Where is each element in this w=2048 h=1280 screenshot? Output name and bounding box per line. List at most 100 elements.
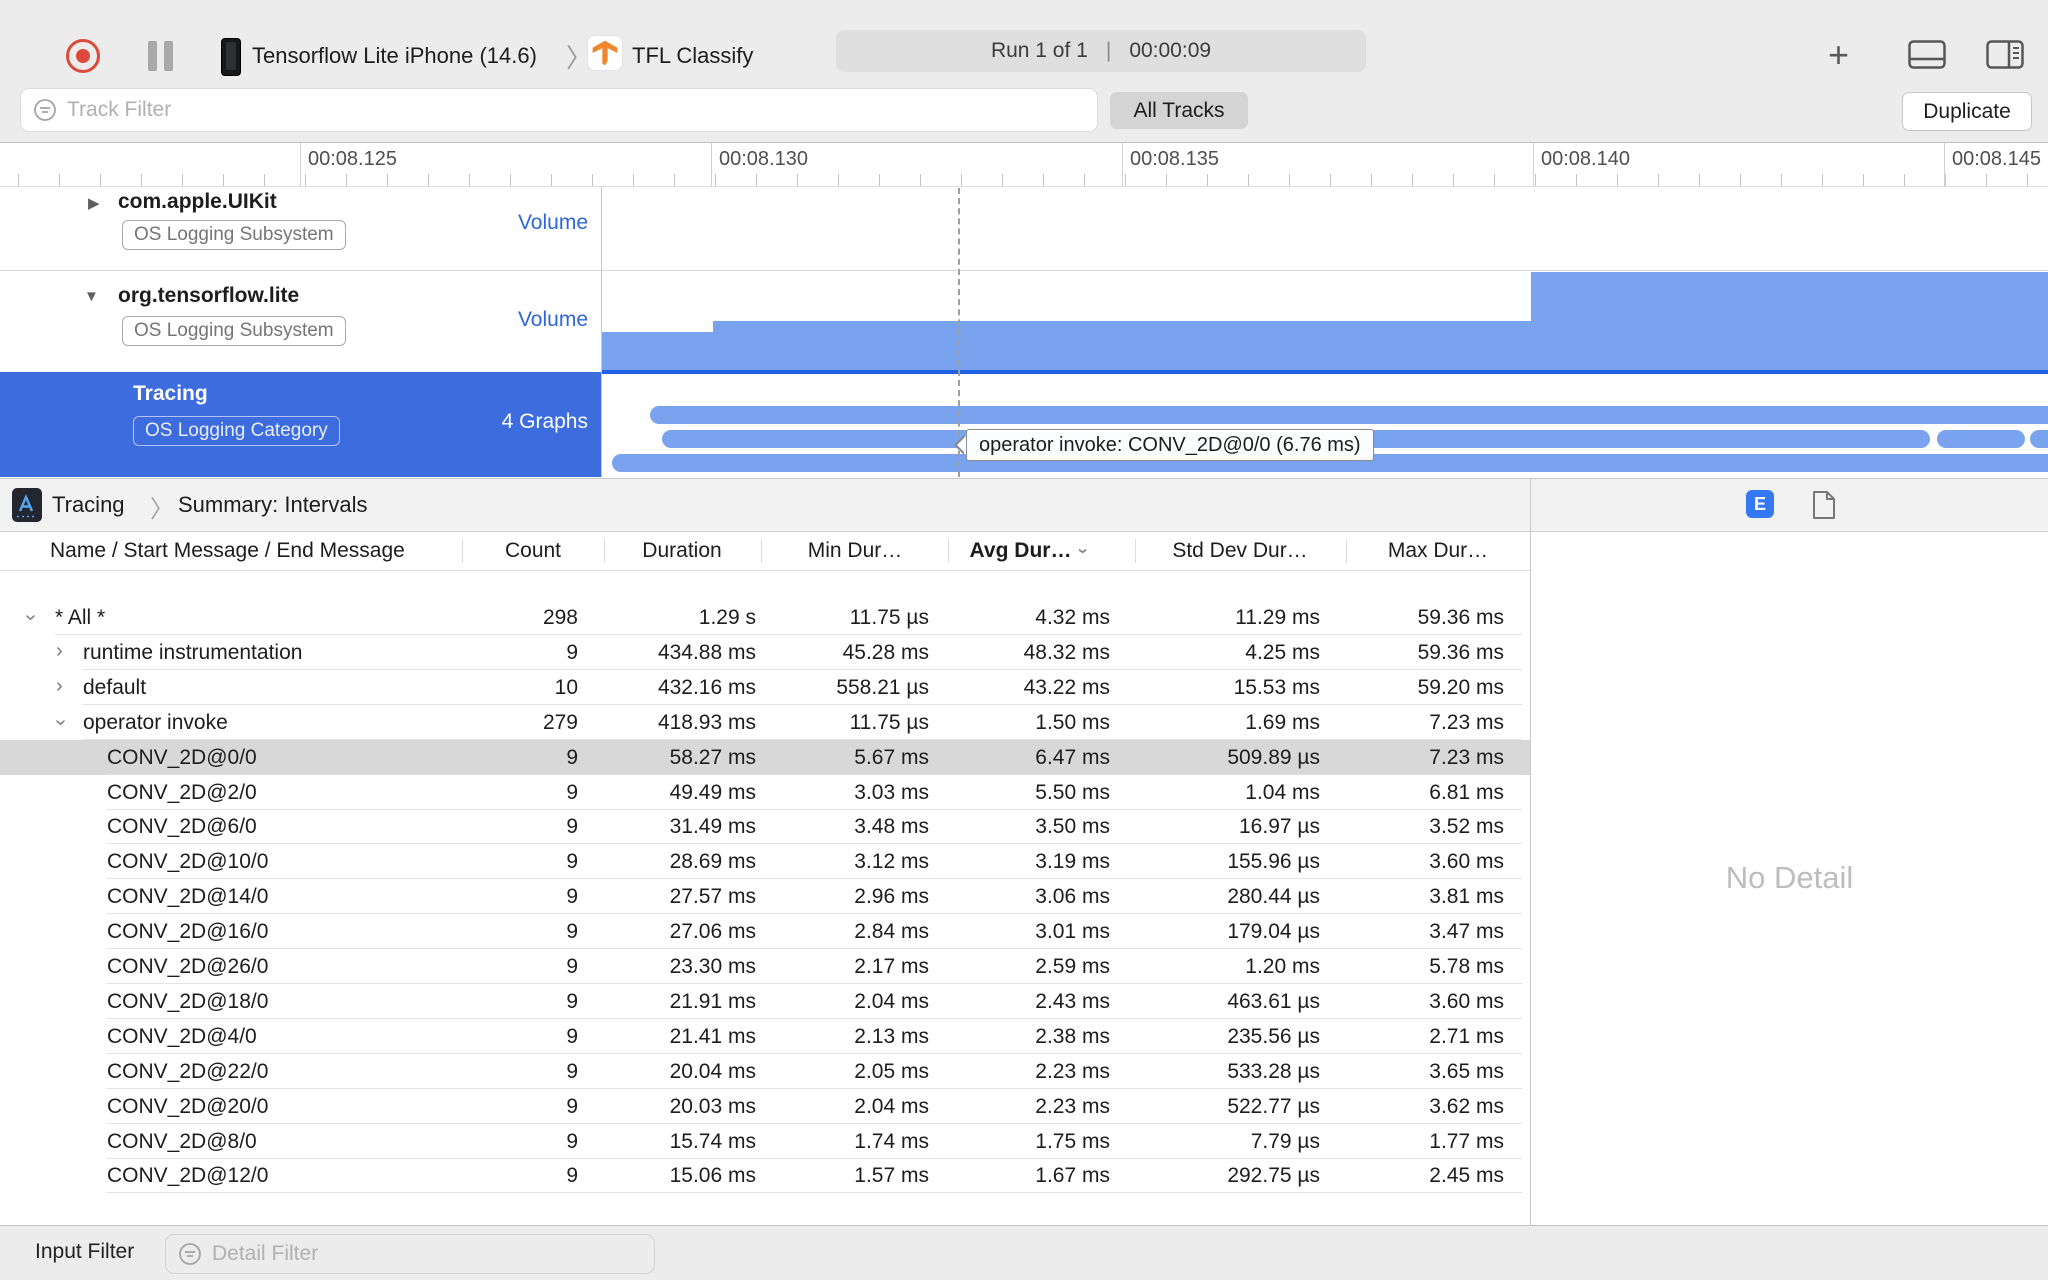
volume-area-segment [713, 321, 1531, 370]
row-cell-max: 3.60 ms [1429, 850, 1504, 874]
ruler-tick-label: 00:08.140 [1541, 148, 1630, 170]
bottom-filter-bar: Input Filter Detail Filter [0, 1225, 2048, 1280]
table-row[interactable]: › runtime instrumentation 9 434.88 ms 45.28 … [0, 635, 1530, 670]
ruler-minor-ticks [0, 174, 2048, 186]
row-cell-max: 7.23 ms [1429, 710, 1504, 734]
row-cell-max: 5.78 ms [1429, 955, 1504, 978]
col-header-duration[interactable]: Duration [642, 532, 721, 570]
table-row[interactable]: CONV_2D@14/0 9 27.57 ms 2.96 ms 3.06 ms 280.4… [0, 879, 1530, 915]
col-header-stddev[interactable]: Std Dev Dur… [1172, 532, 1307, 570]
track-filter-input[interactable]: Track Filter [20, 88, 1098, 132]
ruler-tick-label: 00:08.125 [308, 148, 397, 170]
app-selector[interactable]: TFL Classify [632, 43, 753, 69]
toggle-right-pane-button[interactable] [1986, 40, 2024, 74]
interval-bar[interactable] [2030, 430, 2048, 448]
col-header-avg-sorted[interactable]: Avg Dur… › [970, 532, 1094, 570]
device-selector[interactable]: Tensorflow Lite iPhone (14.6) [252, 43, 537, 69]
instruments-window: Tensorflow Lite iPhone (14.6) 〉 TFL Clas… [0, 0, 2048, 1280]
track-title: com.apple.UIKit [118, 190, 277, 213]
disclosure-expanded-icon[interactable]: ▼ [84, 288, 99, 305]
track-title: org.tensorflow.lite [118, 284, 300, 307]
run-label: Run 1 of 1 [990, 39, 1088, 62]
col-header-count[interactable]: Count [505, 532, 561, 570]
add-instrument-button[interactable]: + [1828, 34, 1849, 76]
instrument-icon [12, 488, 42, 527]
table-row[interactable]: CONV_2D@18/0 9 21.91 ms 2.04 ms 2.43 ms 463.6… [0, 984, 1530, 1019]
detail-filter-input[interactable]: Detail Filter [165, 1234, 655, 1274]
row-cell-max: 3.60 ms [1429, 989, 1504, 1013]
input-filter-label: Input Filter [35, 1240, 135, 1263]
toggle-bottom-pane-button[interactable] [1908, 40, 1946, 74]
table-row[interactable]: CONV_2D@22/0 9 20.04 ms 2.05 ms 2.23 ms 533.2… [0, 1054, 1530, 1089]
track-filter-placeholder: Track Filter [67, 98, 172, 121]
row-cell-max: 3.81 ms [1429, 885, 1504, 909]
row-cell-max: 3.52 ms [1429, 815, 1504, 839]
interval-bar[interactable] [1937, 430, 2025, 448]
record-button[interactable] [66, 39, 100, 73]
table-row[interactable]: CONV_2D@16/0 9 27.06 ms 2.84 ms 3.01 ms 179.0… [0, 914, 1530, 950]
table-row[interactable]: CONV_2D@2/0 9 49.49 ms 3.03 ms 5.50 ms 1.04 m… [0, 775, 1530, 810]
all-tracks-button[interactable]: All Tracks [1110, 92, 1248, 129]
table-row[interactable]: CONV_2D@12/0 9 15.06 ms 1.57 ms 1.67 ms 292.7… [0, 1158, 1530, 1194]
ruler-tick-label: 00:08.135 [1130, 148, 1219, 170]
track-badge: OS Logging Subsystem [122, 220, 346, 250]
pause-icon[interactable] [148, 41, 157, 71]
track-header-tensorflow[interactable]: ▼ org.tensorflow.lite OS Logging Subsyst… [0, 270, 601, 372]
iphone-device-icon [221, 38, 241, 76]
ruler-tick-line [1122, 143, 1123, 186]
pane-divider[interactable] [1530, 478, 1531, 1225]
timeline-ruler[interactable]: 00:08.125 00:08.130 00:08.135 00:08.140 00:0… [0, 143, 2048, 187]
table-row[interactable]: CONV_2D@20/0 9 20.03 ms 2.04 ms 2.23 ms 522.7… [0, 1089, 1530, 1124]
breadcrumb-page[interactable]: Summary: Intervals [178, 492, 368, 518]
document-icon[interactable] [1812, 490, 1836, 525]
ruler-tick-line [1944, 143, 1945, 186]
row-cell-max: 3.65 ms [1429, 1059, 1504, 1083]
row-cell-max: 6.81 ms [1429, 780, 1504, 804]
row-cell-max: 59.36 ms [1417, 606, 1504, 629]
run-time: 00:00:09 [1129, 39, 1212, 62]
table-row[interactable]: › * All * 298 1.29 s 11.75 µs 4.32 ms 11.29 ms… [0, 600, 1530, 635]
table-row[interactable]: CONV_2D@26/0 9 23.30 ms 2.17 ms 2.59 ms 1.20 … [0, 949, 1530, 984]
table-row[interactable]: CONV_2D@6/0 9 31.49 ms 3.48 ms 3.50 ms 16.97 … [0, 809, 1530, 845]
row-cell-max: 59.36 ms [1417, 640, 1504, 664]
track-header-uikit[interactable]: ▶ com.apple.UIKit OS Logging Subsystem V… [0, 186, 601, 270]
extension-detail-button[interactable]: E [1746, 490, 1774, 518]
track-meta-graphs[interactable]: 4 Graphs [502, 410, 588, 434]
ruler-tick-label: 00:08.145 [1952, 148, 2041, 170]
track-badge: OS Logging Subsystem [122, 316, 346, 346]
table-row[interactable]: › default 10 432.16 ms 558.21 µs 43.22 ms 15.5… [0, 670, 1530, 705]
track-meta-volume[interactable]: Volume [518, 211, 588, 235]
ruler-tick-line [711, 143, 712, 186]
toolbar: Tensorflow Lite iPhone (14.6) 〉 TFL Clas… [0, 0, 2048, 143]
col-header-max[interactable]: Max Dur… [1388, 532, 1488, 570]
table-row[interactable]: › operator invoke 279 418.93 ms 11.75 µs 1.50… [0, 705, 1530, 740]
no-detail-text: No Detail [1725, 860, 1854, 895]
table-row[interactable]: CONV_2D@0/0 9 58.27 ms 5.67 ms 6.47 ms 509.89… [0, 739, 1530, 775]
interval-bar[interactable] [650, 406, 2048, 424]
intervals-summary-table: Name / Start Message / End Message Count… [0, 532, 1530, 1225]
filter-icon [34, 99, 56, 121]
track-title: Tracing [133, 382, 208, 405]
pause-icon[interactable] [164, 41, 173, 71]
filter-icon [179, 1243, 201, 1265]
col-header-min[interactable]: Min Dur… [808, 532, 903, 570]
disclosure-collapsed-icon[interactable]: ▶ [88, 194, 100, 212]
row-cell-max: 3.62 ms [1429, 1094, 1504, 1118]
table-row[interactable]: CONV_2D@8/0 9 15.74 ms 1.74 ms 1.75 ms 7.79 µ… [0, 1124, 1530, 1159]
track-header-tracing-selected[interactable]: Tracing OS Logging Category 4 Graphs [0, 372, 601, 477]
volume-area-segment [601, 332, 713, 370]
breadcrumb-root[interactable]: Tracing [52, 492, 125, 518]
playhead-line[interactable] [958, 188, 960, 477]
volume-area-segment [1531, 272, 2048, 370]
record-icon [76, 49, 90, 63]
col-header-name[interactable]: Name / Start Message / End Message [50, 532, 405, 570]
track-meta-volume[interactable]: Volume [518, 308, 588, 332]
table-row[interactable]: CONV_2D@4/0 9 21.41 ms 2.13 ms 2.38 ms 235.56… [0, 1019, 1530, 1054]
ruler-tick-label: 00:08.130 [719, 148, 808, 170]
row-separator [107, 1192, 1522, 1194]
duplicate-button[interactable]: Duplicate [1902, 92, 2032, 131]
track-header-divider [601, 186, 602, 477]
table-header: Name / Start Message / End Message Count… [0, 532, 1530, 571]
run-divider: | [1105, 39, 1112, 62]
table-row[interactable]: CONV_2D@10/0 9 28.69 ms 3.12 ms 3.19 ms 155.9… [0, 844, 1530, 880]
